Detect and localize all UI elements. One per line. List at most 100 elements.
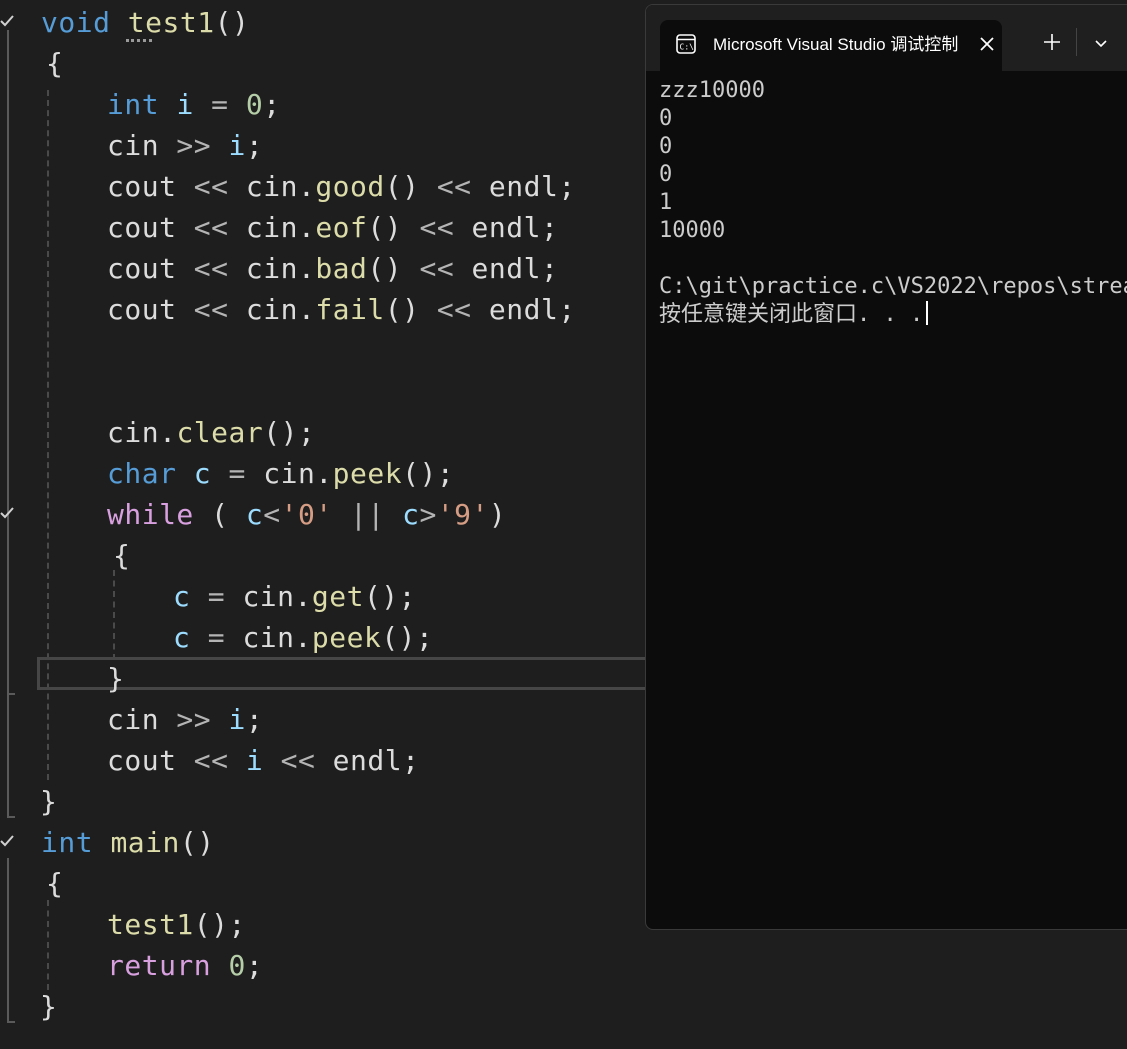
code-token: cin (107, 416, 160, 449)
code-token: ; (245, 949, 264, 982)
code-text: cin >> i; (107, 125, 263, 166)
code-token: << (263, 744, 333, 777)
code-token: . (294, 621, 312, 654)
code-token: . (297, 170, 316, 203)
code-token: << (176, 293, 246, 326)
outline-guide-test1-end (7, 816, 15, 818)
code-token: '9' (436, 498, 489, 531)
console-line-text: 按任意键关闭此窗口. . . (659, 302, 924, 327)
code-token: endl (488, 293, 559, 326)
code-token: endl (332, 744, 403, 777)
code-token: test1 (107, 908, 194, 941)
code-token: << (176, 744, 246, 777)
code-token: } (40, 785, 58, 818)
code-token: ; (402, 744, 420, 777)
code-token: ; (263, 88, 281, 121)
code-text: } (107, 658, 124, 699)
screen: void test1(){int i = 0; cin >> i; cout << … (0, 0, 1127, 1049)
code-text: cout << cin.good() << endl; (107, 166, 576, 207)
code-token: cin (245, 252, 298, 285)
code-token: ; (540, 252, 559, 285)
code-token: >> (159, 129, 229, 162)
code-token: 0 (245, 88, 264, 121)
code-text: { (46, 863, 63, 904)
code-token: eof (315, 211, 368, 244)
code-text: test1(); (107, 904, 246, 945)
text-cursor (926, 301, 929, 325)
code-token: >> (159, 703, 229, 736)
outline-guide-test1 (7, 30, 9, 818)
code-token: void (41, 6, 111, 39)
terminal-icon: C:\ (676, 34, 696, 54)
outline-guide-main-end (7, 1021, 15, 1023)
indent-guide-while (113, 570, 115, 660)
tab-strip: C:\ Microsoft Visual Studio 调试控制台 (646, 5, 1127, 71)
code-token: cin (107, 703, 160, 736)
code-token: << (419, 170, 489, 203)
console-line-text: zzz10000 (659, 78, 765, 103)
code-text: c = cin.peek(); (173, 617, 433, 658)
console-line: C:\git\practice.c\VS2022\repos\stream\x6… (659, 273, 1127, 301)
tab-title: Microsoft Visual Studio 调试控制台 (713, 35, 959, 54)
code-token: . (297, 252, 316, 285)
console-output[interactable]: zzz10000 0 0 0 1 10000 C:\git\practice.c\VS202… (659, 77, 1127, 329)
code-token: 0 (228, 949, 246, 982)
console-tab[interactable]: C:\ Microsoft Visual Studio 调试控制台 (660, 20, 1002, 71)
code-token: cin (242, 621, 295, 654)
code-token: cin (263, 457, 316, 490)
code-token: = (193, 88, 246, 121)
code-token: ( (193, 498, 246, 531)
chevron-down-icon[interactable] (1090, 32, 1112, 54)
code-token: '0' (280, 498, 333, 531)
console-line-text: 10000 (659, 218, 726, 243)
code-text: int main() (41, 822, 215, 863)
code-token: char (107, 457, 177, 490)
plus-icon[interactable] (1040, 30, 1064, 54)
code-token: int (107, 88, 160, 121)
code-token: = (190, 580, 243, 613)
console-line: 按任意键关闭此窗口. . . (659, 301, 1127, 329)
code-token: cin (245, 211, 298, 244)
console-line: 0 (659, 105, 1127, 133)
code-token: (); (363, 580, 417, 613)
code-token: cout (107, 252, 177, 285)
code-text: c = cin.get(); (173, 576, 416, 617)
close-icon[interactable] (976, 33, 998, 55)
code-token: } (107, 662, 125, 695)
code-token: . (297, 293, 316, 326)
code-token: > (419, 498, 437, 531)
code-token: << (402, 252, 472, 285)
code-text: int i = 0; (107, 84, 281, 125)
code-token: = (190, 621, 243, 654)
code-token: ; (540, 211, 559, 244)
code-token: << (176, 252, 246, 285)
console-line: 1 (659, 189, 1127, 217)
code-token: c (245, 498, 264, 531)
fold-check-icon[interactable] (0, 834, 14, 848)
code-token: cout (107, 211, 177, 244)
code-text: cout << i << endl; (107, 740, 419, 781)
console-line: zzz10000 (659, 77, 1127, 105)
code-text: cin >> i; (107, 699, 263, 740)
code-token: endl (488, 170, 559, 203)
fold-check-icon[interactable] (0, 506, 14, 520)
code-token: () (214, 6, 250, 39)
code-token: () (384, 170, 420, 203)
code-token: while (107, 498, 194, 531)
console-window[interactable]: C:\ Microsoft Visual Studio 调试控制台 zzz100… (645, 4, 1127, 930)
console-line-text: 1 (659, 190, 673, 215)
code-token: . (294, 580, 312, 613)
fold-check-icon[interactable] (0, 14, 14, 28)
console-line-text: 0 (659, 134, 673, 159)
code-token: () (367, 252, 403, 285)
code-text: } (40, 781, 57, 822)
code-token: . (159, 416, 177, 449)
code-text: cin.clear(); (107, 412, 315, 453)
code-token: cin (107, 129, 160, 162)
code-token: ; (245, 703, 264, 736)
code-token: (); (263, 416, 316, 449)
current-line-highlight (37, 657, 677, 690)
